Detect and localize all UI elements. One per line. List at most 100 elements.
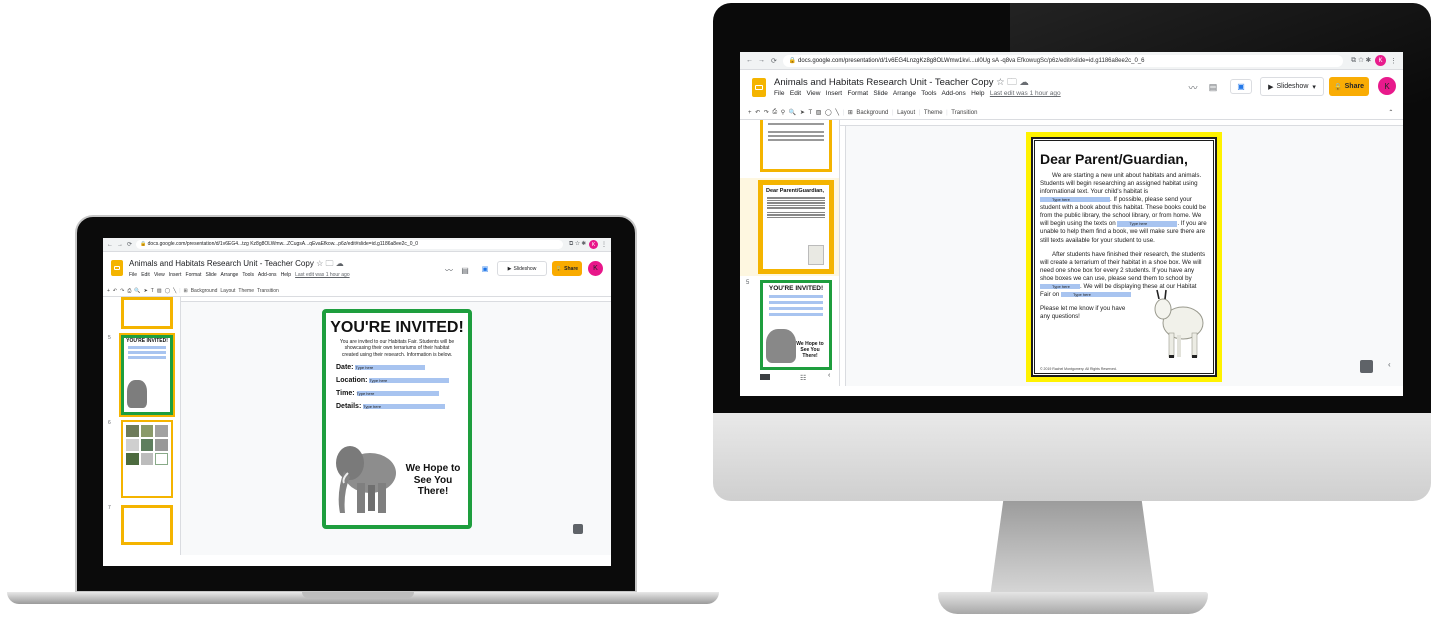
menu-format[interactable]: Format	[186, 272, 202, 278]
menu-insert[interactable]: Insert	[826, 90, 842, 97]
move-folder-icon[interactable]: 🗀	[1007, 77, 1019, 88]
comment-add-icon[interactable]: ⊞	[184, 288, 188, 294]
comment-add-icon[interactable]: ⊞	[848, 109, 853, 116]
slide-thumbnail-selected[interactable]: YOU'RE INVITED!	[119, 333, 175, 417]
slide-thumbnail[interactable]: YOU'RE INVITED! We Hope to See You There…	[760, 280, 832, 370]
extensions-icon[interactable]: ⧉	[569, 241, 573, 247]
menu-addons[interactable]: Add-ons	[258, 272, 277, 278]
star-icon[interactable]: ☆	[1358, 57, 1364, 64]
menu-file[interactable]: File	[129, 272, 137, 278]
back-icon[interactable]: ←	[746, 57, 753, 64]
textbox-icon[interactable]: T	[808, 110, 812, 116]
last-edit-link[interactable]: Last edit was 1 hour ago	[295, 272, 349, 278]
menu-view[interactable]: View	[806, 90, 820, 97]
parent-letter-slide[interactable]: Dear Parent/Guardian, We are starting a …	[1026, 132, 1222, 382]
address-bar[interactable]: 🔒 docs.google.com/presentation/d/1v6EG4L…	[782, 54, 1344, 67]
menu-edit[interactable]: Edit	[790, 90, 801, 97]
slide-thumbnail[interactable]	[121, 297, 173, 329]
meet-present-icon[interactable]: ▣	[477, 263, 493, 275]
activity-icon[interactable]: 〰	[443, 264, 455, 276]
forward-icon[interactable]: →	[758, 57, 765, 64]
new-slide-icon[interactable]: +	[107, 288, 110, 294]
more-icon[interactable]: ⋮	[1390, 57, 1397, 65]
background-button[interactable]: Background	[191, 288, 218, 294]
chevron-down-icon[interactable]: ▾	[1312, 83, 1316, 91]
collapse-chevron-icon[interactable]: ⌃	[1388, 109, 1393, 116]
menu-format[interactable]: Format	[847, 90, 868, 97]
line-icon[interactable]: ╲	[173, 288, 176, 294]
last-edit-link[interactable]: Last edit was 1 hour ago	[990, 90, 1061, 97]
redo-icon[interactable]: ↷	[764, 109, 769, 116]
comments-icon[interactable]: ▤	[459, 264, 471, 276]
meet-present-icon[interactable]: ▣	[1230, 79, 1252, 94]
menu-addons[interactable]: Add-ons	[941, 90, 965, 97]
list-view-icon[interactable]: ☷	[800, 374, 806, 382]
line-icon[interactable]: ╲	[835, 109, 839, 116]
menu-file[interactable]: File	[774, 90, 784, 97]
theme-button[interactable]: Theme	[924, 110, 943, 116]
print-icon[interactable]: ⎙	[772, 109, 777, 116]
image-icon[interactable]: ▨	[157, 288, 162, 294]
menu-arrange[interactable]: Arrange	[221, 272, 239, 278]
menu-arrange[interactable]: Arrange	[893, 90, 916, 97]
comments-icon[interactable]: ▤	[1206, 80, 1220, 94]
zoom-icon[interactable]: 🔍	[789, 109, 796, 116]
transition-button[interactable]: Transition	[951, 110, 977, 116]
reload-icon[interactable]: ⟳	[771, 57, 777, 65]
menu-view[interactable]: View	[154, 272, 165, 278]
background-button[interactable]: Background	[856, 110, 888, 116]
browser-profile-avatar[interactable]: K	[589, 240, 598, 249]
print-icon[interactable]: ⎙	[127, 288, 131, 294]
menu-slide[interactable]: Slide	[206, 272, 217, 278]
account-avatar[interactable]: K	[1378, 77, 1396, 95]
slide-thumbnail[interactable]	[121, 505, 173, 545]
star-icon[interactable]: ☆	[996, 77, 1007, 88]
explore-icon[interactable]	[573, 524, 583, 534]
date-field[interactable]: Type here	[355, 364, 426, 370]
side-panel-toggle-icon[interactable]: ‹	[1388, 360, 1391, 369]
slideshow-button[interactable]: ▶ Slideshow ▾	[1260, 77, 1324, 96]
move-folder-icon[interactable]: 🗀	[325, 259, 335, 268]
menu-tools[interactable]: Tools	[921, 90, 936, 97]
location-field[interactable]: Type here	[369, 377, 450, 383]
menu-tools[interactable]: Tools	[242, 272, 254, 278]
forward-icon[interactable]: →	[117, 242, 123, 248]
collapse-filmstrip-icon[interactable]: ‹	[828, 372, 830, 379]
explore-icon[interactable]	[1360, 360, 1373, 373]
layout-button[interactable]: Layout	[897, 110, 915, 116]
menu-edit[interactable]: Edit	[141, 272, 150, 278]
back-icon[interactable]: ←	[107, 242, 113, 248]
puzzle-icon[interactable]: ✱	[582, 241, 586, 247]
shape-icon[interactable]: ◯	[165, 288, 171, 294]
select-icon[interactable]: ➤	[800, 109, 805, 116]
shape-icon[interactable]: ◯	[825, 109, 832, 116]
undo-icon[interactable]: ↶	[113, 288, 117, 294]
extensions-icon[interactable]: ⧉	[1351, 57, 1356, 64]
slide-thumbnail[interactable]	[760, 120, 832, 172]
image-icon[interactable]: ▨	[816, 109, 822, 116]
slideshow-button[interactable]: ▶ Slideshow	[497, 261, 547, 276]
document-title[interactable]: Animals and Habitats Research Unit - Tea…	[129, 258, 344, 272]
slides-logo-icon[interactable]	[752, 78, 766, 97]
activity-icon[interactable]: 〰	[1186, 80, 1200, 94]
share-button[interactable]: 🔒 Share	[1329, 77, 1369, 96]
address-bar[interactable]: 🔒 docs.google.com/presentation/d/1v6EG4.…	[136, 240, 563, 249]
menu-insert[interactable]: Insert	[169, 272, 182, 278]
zoom-icon[interactable]: 🔍	[134, 288, 140, 294]
theme-button[interactable]: Theme	[238, 288, 254, 294]
transition-button[interactable]: Transition	[257, 288, 279, 294]
slide-thumbnail[interactable]	[121, 420, 173, 498]
menu-help[interactable]: Help	[281, 272, 291, 278]
document-title[interactable]: Animals and Habitats Research Unit - Tea…	[774, 75, 1029, 91]
select-icon[interactable]: ➤	[144, 288, 148, 294]
paint-format-icon[interactable]: ⚲	[781, 109, 785, 116]
slides-logo-icon[interactable]	[111, 260, 123, 276]
grid-view-icon[interactable]	[760, 374, 770, 380]
menu-slide[interactable]: Slide	[873, 90, 887, 97]
redo-icon[interactable]: ↷	[120, 288, 124, 294]
slide-thumbnail-selected[interactable]: Dear Parent/Guardian,	[758, 180, 834, 274]
layout-button[interactable]: Layout	[220, 288, 235, 294]
menu-help[interactable]: Help	[971, 90, 984, 97]
undo-icon[interactable]: ↶	[755, 109, 760, 116]
invitation-slide[interactable]: YOU'RE INVITED! You are invited to our H…	[322, 309, 472, 529]
